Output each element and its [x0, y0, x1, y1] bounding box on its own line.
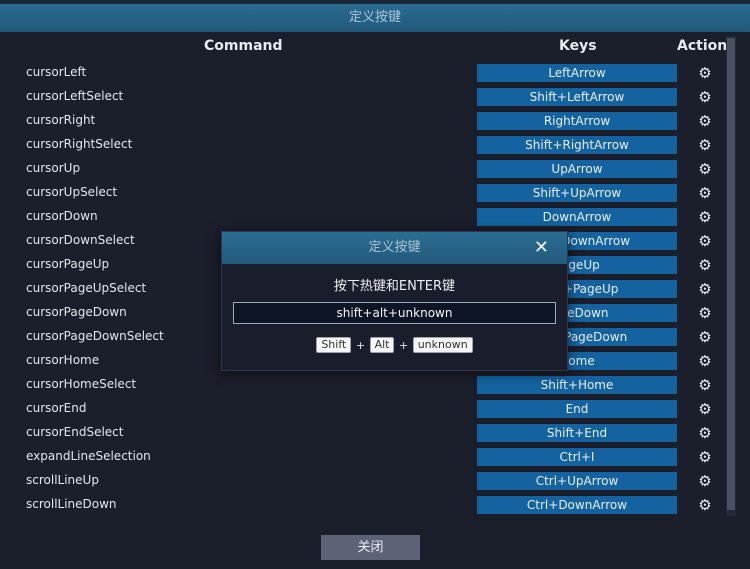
dialog-titlebar: 定义按键 ✕ [222, 232, 567, 264]
gear-icon[interactable]: ⚙ [697, 495, 713, 515]
key-binding-button[interactable]: RightArrow [477, 112, 677, 130]
gear-icon[interactable]: ⚙ [697, 111, 713, 131]
key-chips: Shift + Alt + unknown [222, 337, 567, 353]
table-row: scrollLineDown Ctrl+DownArrow ⚙ [0, 493, 725, 517]
command-name: cursorEndSelect [26, 425, 124, 439]
dialog-title: 定义按键 [368, 240, 421, 255]
command-name: cursorRightSelect [26, 137, 133, 151]
command-name: cursorLeft [26, 65, 87, 79]
command-name: cursorPageUpSelect [26, 281, 147, 295]
table-row: cursorUpSelect Shift+UpArrow ⚙ [0, 181, 725, 205]
gear-icon[interactable]: ⚙ [697, 255, 713, 275]
gear-icon[interactable]: ⚙ [697, 63, 713, 83]
close-button[interactable]: 关闭 [321, 535, 420, 560]
key-chip-shift: Shift [316, 337, 352, 353]
command-name: cursorUpSelect [26, 185, 118, 199]
close-icon[interactable]: ✕ [534, 237, 549, 259]
table-row: cursorEnd End ⚙ [0, 397, 725, 421]
window-titlebar: 定义按键 [0, 4, 750, 32]
key-binding-button[interactable]: Ctrl+DownArrow [477, 496, 677, 514]
key-binding-button[interactable]: Ctrl+UpArrow [477, 472, 677, 490]
gear-icon[interactable]: ⚙ [697, 375, 713, 395]
gear-icon[interactable]: ⚙ [697, 135, 713, 155]
column-header-action: Action [677, 38, 728, 54]
table-row: expandLineSelection Ctrl+I ⚙ [0, 445, 725, 469]
key-binding-button[interactable]: Ctrl+I [477, 448, 677, 466]
command-name: scrollLineUp [26, 473, 99, 487]
command-name: cursorPageUp [26, 257, 110, 271]
table-row: cursorLeft LeftArrow ⚙ [0, 61, 725, 85]
gear-icon[interactable]: ⚙ [697, 231, 713, 251]
gear-icon[interactable]: ⚙ [697, 183, 713, 203]
key-chip-unknown: unknown [412, 337, 473, 353]
gear-icon[interactable]: ⚙ [697, 447, 713, 467]
table-row: cursorRight RightArrow ⚙ [0, 109, 725, 133]
key-binding-button[interactable]: Shift+LeftArrow [477, 88, 677, 106]
define-key-dialog: 定义按键 ✕ 按下热键和ENTER键 shift+alt+unknown Shi… [221, 231, 568, 371]
command-name: cursorEnd [26, 401, 87, 415]
key-binding-button[interactable]: UpArrow [477, 160, 677, 178]
key-binding-button[interactable]: Shift+End [477, 424, 677, 442]
command-name: cursorLeftSelect [26, 89, 124, 103]
key-chip-alt: Alt [369, 337, 395, 353]
key-binding-button[interactable]: End [477, 400, 677, 418]
hotkey-input[interactable]: shift+alt+unknown [233, 302, 556, 324]
scrollbar-thumb[interactable] [727, 38, 735, 510]
table-row: cursorDown DownArrow ⚙ [0, 205, 725, 229]
gear-icon[interactable]: ⚙ [697, 351, 713, 371]
command-name: scrollLineDown [26, 497, 117, 511]
command-name: expandLineSelection [26, 449, 151, 463]
chip-separator: + [355, 338, 366, 352]
gear-icon[interactable]: ⚙ [697, 87, 713, 107]
gear-icon[interactable]: ⚙ [697, 471, 713, 491]
command-name: cursorUp [26, 161, 81, 175]
table-row: cursorLeftSelect Shift+LeftArrow ⚙ [0, 85, 725, 109]
key-binding-button[interactable]: LeftArrow [477, 64, 677, 82]
gear-icon[interactable]: ⚙ [697, 159, 713, 179]
command-name: cursorPageDownSelect [26, 329, 164, 343]
table-row: cursorEndSelect Shift+End ⚙ [0, 421, 725, 445]
gear-icon[interactable]: ⚙ [697, 207, 713, 227]
command-name: cursorHome [26, 353, 100, 367]
command-name: cursorRight [26, 113, 96, 127]
table-row: scrollLineUp Ctrl+UpArrow ⚙ [0, 469, 725, 493]
command-name: cursorDownSelect [26, 233, 135, 247]
command-name: cursorHomeSelect [26, 377, 137, 391]
table-row: cursorHomeSelect Shift+Home ⚙ [0, 373, 725, 397]
table-row: cursorUp UpArrow ⚙ [0, 157, 725, 181]
key-binding-button[interactable]: Shift+RightArrow [477, 136, 677, 154]
table-row: cursorRightSelect Shift+RightArrow ⚙ [0, 133, 725, 157]
key-binding-button[interactable]: DownArrow [477, 208, 677, 226]
key-binding-button[interactable]: Shift+Home [477, 376, 677, 394]
gear-icon[interactable]: ⚙ [697, 423, 713, 443]
chip-separator: + [398, 338, 409, 352]
dialog-prompt: 按下热键和ENTER键 [333, 279, 456, 294]
gear-icon[interactable]: ⚙ [697, 399, 713, 419]
key-binding-button[interactable]: Shift+UpArrow [477, 184, 677, 202]
gear-icon[interactable]: ⚙ [697, 279, 713, 299]
window-title: 定义按键 [348, 10, 401, 25]
command-name: cursorPageDown [26, 305, 127, 319]
column-header-command: Command [204, 38, 283, 54]
gear-icon[interactable]: ⚙ [697, 303, 713, 323]
gear-icon[interactable]: ⚙ [697, 327, 713, 347]
column-header-keys: Keys [559, 38, 597, 54]
command-name: cursorDown [26, 209, 98, 223]
